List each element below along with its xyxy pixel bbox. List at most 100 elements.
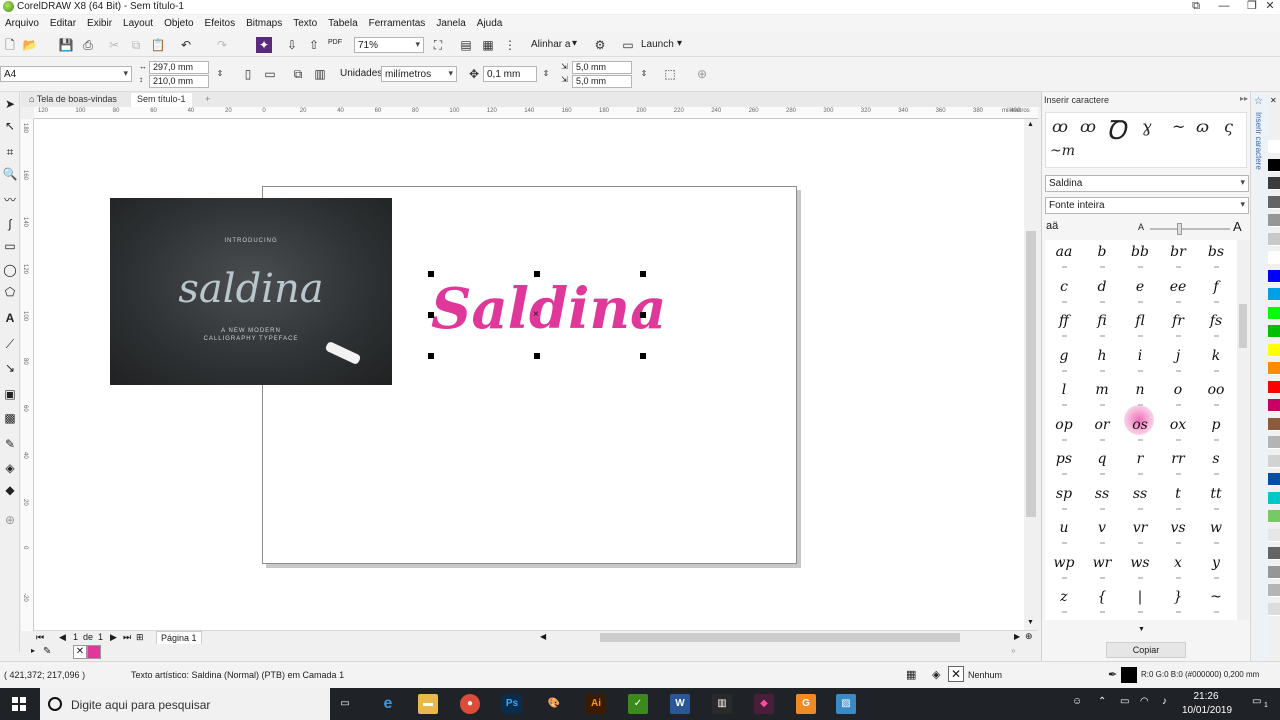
menu-ferramentas[interactable]: Ferramentas [364, 15, 432, 29]
scroll-right-icon[interactable]: ▶ [1014, 632, 1020, 641]
menu-exibir[interactable]: Exibir [82, 15, 118, 29]
color-proof-icon[interactable]: ▦ [906, 668, 916, 681]
scroll-left-icon[interactable]: ◀ [540, 632, 546, 641]
photoshop-icon[interactable]: Ps [502, 694, 522, 714]
glyph-size-slider[interactable] [1150, 228, 1230, 230]
minimize-button[interactable]: — [1210, 0, 1238, 14]
artistic-text-object[interactable]: Saldina × [428, 271, 666, 359]
glyph-cell[interactable]: p [1197, 413, 1235, 447]
menu-editar[interactable]: Editar [45, 15, 82, 29]
paint-icon[interactable]: 🎨 [544, 694, 564, 714]
glyph-cell[interactable]: tt [1197, 482, 1235, 516]
page-size-dropdown[interactable]: A4 [0, 66, 132, 82]
selection-handle-w[interactable] [428, 312, 434, 318]
show-grid-icon[interactable]: ▦ [480, 37, 496, 53]
no-color-swatch[interactable]: ✕ [73, 645, 87, 659]
glyph-cell[interactable]: i [1121, 344, 1159, 378]
print-icon[interactable]: ⎙ [80, 37, 96, 53]
chrome-icon[interactable]: ● [460, 694, 480, 714]
crop-tool-icon[interactable]: ⌗ [2, 144, 18, 160]
tab-untitled-1[interactable]: Sem título-1 [131, 93, 192, 107]
glyph-cell[interactable]: j [1159, 344, 1197, 378]
glyph-cell[interactable]: rr [1159, 447, 1197, 481]
glyph-cell[interactable]: fl [1121, 309, 1159, 343]
glyph-cell[interactable]: u [1045, 516, 1083, 550]
glyph-cell[interactable]: h [1083, 344, 1121, 378]
current-page-icon[interactable]: ▥ [312, 66, 328, 82]
glyph-cell[interactable]: x [1159, 551, 1197, 585]
parallel-dimension-icon[interactable]: ⟋ [2, 336, 18, 352]
text-tool-icon[interactable]: A [2, 310, 18, 326]
horizontal-ruler[interactable]: 120 100 80 60 40 20 0 20 40 60 80 100 120 140 160 180 20… [34, 107, 1038, 119]
palette-swatch[interactable] [1268, 214, 1280, 227]
recent-glyph[interactable]: ~m [1050, 143, 1075, 159]
interactive-fill-icon[interactable]: ◈ [2, 460, 18, 476]
grid-expand-icon[interactable]: ▼ [1138, 626, 1145, 633]
recent-glyph[interactable]: ~ [1172, 117, 1185, 136]
palette-swatch[interactable] [1268, 436, 1280, 449]
outline-pen-icon[interactable]: ✒ [1108, 668, 1117, 681]
menu-janela[interactable]: Janela [431, 15, 471, 29]
duplicate-spinner-icon[interactable]: ⇕ [636, 66, 652, 82]
menu-bitmaps[interactable]: Bitmaps [241, 15, 288, 29]
palette-swatch[interactable] [1268, 399, 1280, 412]
glyph-cell[interactable]: s [1197, 447, 1235, 481]
drawing-canvas[interactable]: INTRODUCING saldina A NEW MODERN CALLIGR… [34, 119, 1024, 630]
paste-icon[interactable]: 📋 [150, 37, 166, 53]
selection-handle-nw[interactable] [428, 271, 434, 277]
eyedropper-icon[interactable]: ✎ [2, 436, 18, 452]
import-icon[interactable]: ⇩ [284, 37, 300, 53]
selection-handle-sw[interactable] [428, 353, 434, 359]
windows-start-icon[interactable] [12, 697, 26, 711]
glyph-cell[interactable]: fs [1197, 309, 1235, 343]
palette-swatch[interactable] [1268, 491, 1280, 505]
scroll-down-icon[interactable]: ▼ [1027, 619, 1034, 626]
palette-swatch[interactable] [1268, 195, 1280, 209]
glyph-cell[interactable]: k [1197, 344, 1235, 378]
glyph-cell[interactable]: ee [1159, 275, 1197, 309]
app-icon[interactable]: ▥ [712, 694, 732, 714]
docker-expand-icon[interactable]: ▸▸ [1240, 94, 1248, 103]
palette-swatch[interactable] [1268, 380, 1280, 394]
menu-ajuda[interactable]: Ajuda [472, 15, 509, 29]
edge-icon[interactable]: e [378, 694, 398, 714]
center-marker-icon[interactable]: × [533, 309, 539, 320]
glyph-cell[interactable]: vs [1159, 516, 1197, 550]
palette-swatch[interactable] [1268, 140, 1280, 153]
page-1-tab[interactable]: Página 1 [156, 631, 202, 645]
search-content-icon[interactable]: ✦ [256, 37, 272, 53]
palette-swatch[interactable] [1268, 251, 1280, 264]
eyedropper-palette-icon[interactable]: ✎ [43, 646, 51, 657]
rectangle-tool-icon[interactable]: ▭ [2, 238, 18, 254]
menu-efeitos[interactable]: Efeitos [200, 15, 242, 29]
volume-icon[interactable]: ♪ [1162, 696, 1167, 707]
copy-icon[interactable]: ⧉ [128, 37, 144, 53]
recent-glyph[interactable]: ɣ [1142, 117, 1152, 136]
palette-swatch[interactable] [1268, 362, 1280, 375]
palette-swatch[interactable] [1268, 269, 1280, 283]
scroll-up-icon[interactable]: ▲ [1027, 121, 1034, 128]
selection-handle-s[interactable] [534, 353, 540, 359]
recent-glyph[interactable]: ꝏ [1080, 117, 1096, 136]
nudge-distance-field[interactable]: 0,1 mm [483, 66, 537, 82]
glyph-cell[interactable]: } [1159, 585, 1197, 619]
docker-side-tab[interactable]: ☆ Inserir caractere [1250, 92, 1268, 661]
menu-tabela[interactable]: Tabela [323, 15, 363, 29]
duplicate-x-field[interactable]: 5,0 mm [572, 61, 632, 74]
glyph-cell[interactable]: oo [1197, 378, 1235, 412]
glyph-cell[interactable]: { [1083, 585, 1121, 619]
glyph-cell[interactable]: wr [1083, 551, 1121, 585]
glyph-cell[interactable]: vr [1121, 516, 1159, 550]
redo-icon[interactable]: ↷ [214, 37, 230, 53]
freehand-tool-icon[interactable]: 〰 [2, 192, 18, 208]
palette-swatch[interactable] [1268, 547, 1280, 560]
tab-welcome-screen[interactable]: ⌂ Tela de boas-vindas [23, 93, 123, 107]
drop-shadow-icon[interactable]: ▣ [2, 386, 18, 402]
glyph-cell[interactable]: d [1083, 275, 1121, 309]
palette-swatch[interactable] [1268, 584, 1280, 597]
word-icon[interactable]: W [670, 694, 690, 714]
clock-date[interactable]: 10/01/2019 [1182, 705, 1232, 716]
add-quick-customize-icon[interactable]: ⊕ [694, 66, 710, 82]
selection-handle-e[interactable] [640, 312, 646, 318]
duplicate-y-field[interactable]: 5,0 mm [572, 75, 632, 88]
